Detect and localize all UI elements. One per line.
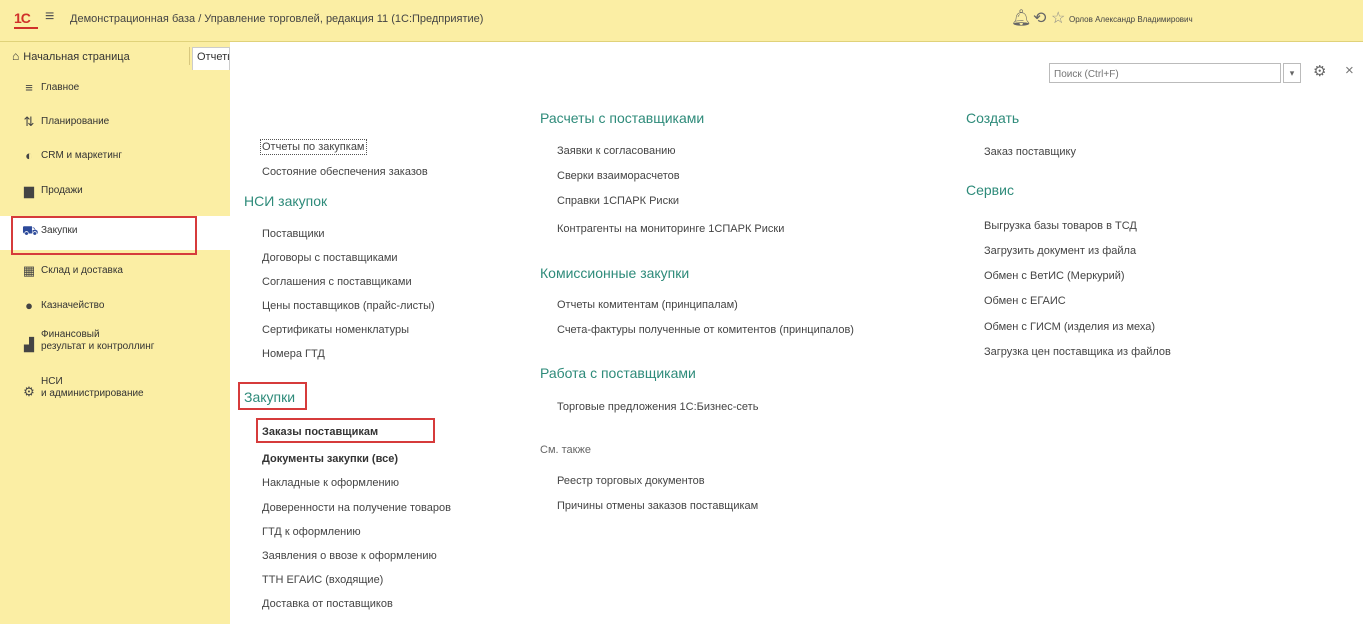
tab-current[interactable]: Отчеты: [192, 47, 230, 70]
link-gtd-to-process[interactable]: ГТД к оформлению: [262, 526, 361, 538]
settings-gear-icon[interactable]: ⚙: [1313, 62, 1326, 80]
link-egais-exchange[interactable]: Обмен с ЕГАИС: [984, 295, 1066, 307]
link-invoices-to-process[interactable]: Накладные к оформлению: [262, 477, 399, 489]
sidebar-item-planning[interactable]: ⇅ Планирование: [0, 107, 230, 141]
tab-divider: [189, 47, 190, 65]
link-load-doc-file[interactable]: Загрузить документ из файла: [984, 245, 1136, 257]
sidebar-item-label: Казначейство: [41, 300, 105, 311]
section-nsi-purchases: НСИ закупок: [244, 193, 328, 209]
link-order-cancel-reasons[interactable]: Причины отмены заказов поставщикам: [557, 500, 758, 512]
section-work-suppliers: Работа с поставщиками: [540, 365, 696, 381]
sidebar-item-finance[interactable]: ▟ Финансовый результат и контроллинг: [0, 326, 230, 366]
link-reconciliations[interactable]: Сверки взаиморасчетов: [557, 170, 680, 182]
close-icon[interactable]: ×: [1345, 62, 1354, 79]
sidebar-item-purchases[interactable]: ⛟ Закупки: [0, 216, 230, 250]
bell-icon[interactable]: 🔔︎: [1011, 8, 1031, 28]
link-suppliers[interactable]: Поставщики: [262, 228, 325, 240]
link-create-supplier-order[interactable]: Заказ поставщику: [984, 146, 1076, 158]
menu-icon: ≡: [25, 80, 33, 95]
money-icon: ●: [25, 298, 33, 313]
link-supplier-contracts[interactable]: Договоры с поставщиками: [262, 252, 398, 264]
tab-home-label: Начальная страница: [23, 51, 130, 63]
title-bar: 1С ≡ Демонстрационная база / Управление …: [0, 0, 1363, 42]
link-approval-requests[interactable]: Заявки к согласованию: [557, 145, 676, 157]
section-commission: Комиссионные закупки: [540, 265, 690, 281]
link-committent-invoices[interactable]: Счета-фактуры полученные от комитентов (…: [557, 324, 854, 336]
link-gism-exchange[interactable]: Обмен с ГИСМ (изделия из меха): [984, 321, 1155, 333]
link-supplier-agreements[interactable]: Соглашения с поставщиками: [262, 276, 412, 288]
logo-underline: [14, 27, 38, 29]
sidebar-item-label: Планирование: [41, 116, 110, 127]
link-load-supplier-prices[interactable]: Загрузка цен поставщика из файлов: [984, 346, 1171, 358]
link-certificates[interactable]: Сертификаты номенклатуры: [262, 324, 409, 336]
link-trade-docs-registry[interactable]: Реестр торговых документов: [557, 475, 705, 487]
link-purchase-reports[interactable]: Отчеты по закупкам: [260, 139, 367, 155]
warehouse-icon: ▦: [22, 263, 36, 278]
sidebar: ≡ Главное ⇅ Планирование ◐ CRM и маркети…: [0, 70, 230, 624]
link-order-provision[interactable]: Состояние обеспечения заказов: [262, 166, 428, 178]
section-service: Сервис: [966, 182, 1014, 198]
link-supplier-delivery[interactable]: Доставка от поставщиков: [262, 598, 393, 610]
sidebar-item-label: Финансовый результат и контроллинг: [41, 329, 155, 352]
sidebar-item-sales[interactable]: ▆ Продажи: [0, 176, 230, 210]
main-menu-icon[interactable]: ≡: [45, 8, 54, 26]
sidebar-item-warehouse[interactable]: ▦ Склад и доставка: [0, 256, 230, 290]
link-vetis-exchange[interactable]: Обмен с ВетИС (Меркурий): [984, 270, 1125, 282]
sidebar-item-main[interactable]: ≡ Главное: [0, 73, 230, 107]
bag-icon: ▆: [24, 183, 34, 198]
link-gtd-numbers[interactable]: Номера ГТД: [262, 348, 325, 360]
search-dropdown-button[interactable]: ▾: [1283, 63, 1301, 83]
link-committent-reports[interactable]: Отчеты комитентам (принципалам): [557, 299, 738, 311]
sidebar-item-treasury[interactable]: ● Казначейство: [0, 291, 230, 325]
link-powers-of-attorney[interactable]: Доверенности на получение товаров: [262, 502, 451, 514]
section-purchases: Закупки: [244, 389, 296, 405]
sidebar-item-nsi[interactable]: ⚙ НСИ и администрирование: [0, 373, 230, 413]
sidebar-item-label: Главное: [41, 82, 80, 93]
app-logo: 1С: [14, 10, 31, 26]
chart-icon: ⇅: [23, 114, 35, 129]
see-also-label: См. также: [540, 444, 591, 456]
sidebar-item-label: НСИ и администрирование: [41, 376, 144, 399]
link-import-statements[interactable]: Заявления о ввозе к оформлению: [262, 550, 437, 562]
sidebar-item-label: Продажи: [41, 185, 83, 196]
link-spark-reports[interactable]: Справки 1СПАРК Риски: [557, 195, 679, 207]
search-field[interactable]: [1049, 63, 1281, 84]
app-title: Демонстрационная база / Управление торго…: [70, 13, 484, 25]
sidebar-item-label: CRM и маркетинг: [41, 150, 122, 161]
link-supplier-orders[interactable]: Заказы поставщикам: [262, 426, 378, 438]
bar-chart-icon: ▟: [24, 337, 34, 352]
link-purchase-documents[interactable]: Документы закупки (все): [262, 453, 398, 465]
tab-home[interactable]: ⌂ Начальная страница: [12, 49, 130, 63]
gear-icon: ⚙: [23, 384, 35, 399]
link-supplier-prices[interactable]: Цены поставщиков (прайс-листы): [262, 300, 435, 312]
crm-icon: ◐: [25, 148, 33, 163]
link-spark-monitoring[interactable]: Контрагенты на мониторинге 1СПАРК Риски: [557, 223, 784, 235]
link-egais-ttn[interactable]: ТТН ЕГАИС (входящие): [262, 574, 383, 586]
user-name[interactable]: Орлов Александр Владимирович: [1069, 15, 1193, 24]
sidebar-item-crm[interactable]: ◐ CRM и маркетинг: [0, 141, 230, 175]
sidebar-item-label: Склад и доставка: [41, 265, 123, 276]
section-settlements: Расчеты с поставщиками: [540, 110, 705, 126]
section-create: Создать: [966, 110, 1020, 126]
link-export-tsd[interactable]: Выгрузка базы товаров в ТСД: [984, 220, 1137, 232]
home-icon: ⌂: [12, 49, 20, 63]
star-icon[interactable]: ☆: [1051, 8, 1065, 28]
sidebar-item-label: Закупки: [41, 225, 78, 236]
history-icon[interactable]: ⟲: [1033, 8, 1046, 28]
search-input[interactable]: [1050, 65, 1268, 84]
link-business-network[interactable]: Торговые предложения 1С:Бизнес-сеть: [557, 401, 758, 413]
cart-icon: ⛟: [22, 223, 39, 238]
